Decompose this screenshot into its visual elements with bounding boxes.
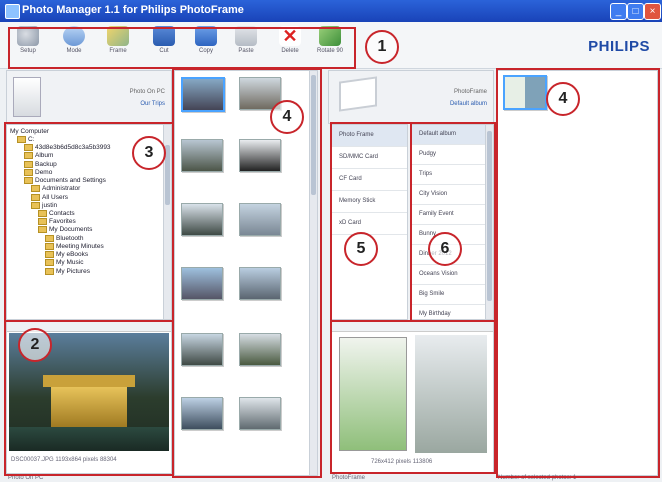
- callout-4-right: 4: [546, 82, 580, 116]
- window-title: Photo Manager 1.1 for Philips PhotoFrame: [22, 4, 244, 16]
- callout-2: 2: [18, 328, 52, 362]
- pc-header: Photo On PC Our Trips: [6, 70, 172, 124]
- pc-icon: [13, 77, 41, 117]
- maximize-icon[interactable]: □: [627, 3, 644, 20]
- philips-logo: PHILIPS: [588, 38, 650, 55]
- pc-title: Photo On PC: [129, 89, 165, 95]
- app-icon: [5, 4, 20, 19]
- sources-highlight: [330, 122, 412, 322]
- frame-title: PhotoFrame: [453, 89, 487, 95]
- title-bar: Photo Manager 1.1 for Philips PhotoFrame…: [0, 0, 662, 22]
- pc-subtitle[interactable]: Our Trips: [140, 101, 165, 107]
- frame-subtitle[interactable]: Default album: [450, 101, 487, 107]
- thumbnails-highlight: [172, 68, 322, 478]
- albums-highlight: [410, 122, 496, 322]
- callout-5: 5: [344, 232, 378, 266]
- frame-header: PhotoFrame Default album: [328, 70, 494, 124]
- photoframe-icon: [339, 76, 377, 112]
- callout-3: 3: [132, 136, 166, 170]
- callout-6: 6: [428, 232, 462, 266]
- status-middle: PhotoFrame: [332, 475, 366, 481]
- frame-thumbnails-highlight: [496, 68, 660, 478]
- close-icon[interactable]: ×: [644, 3, 661, 20]
- toolbar-highlight: [8, 27, 356, 69]
- preview-highlight-right: [330, 320, 496, 474]
- callout-4-left: 4: [270, 100, 304, 134]
- minimize-icon[interactable]: _: [610, 3, 627, 20]
- callout-1: 1: [365, 30, 399, 64]
